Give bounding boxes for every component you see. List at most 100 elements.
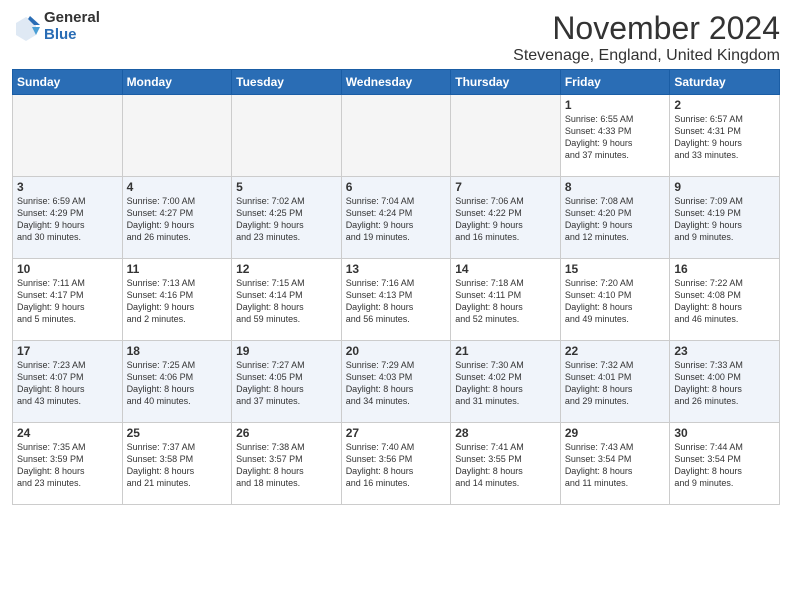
calendar-table: Sunday Monday Tuesday Wednesday Thursday… bbox=[12, 69, 780, 505]
day-number: 15 bbox=[565, 262, 666, 276]
day-info: Sunrise: 7:20 AM Sunset: 4:10 PM Dayligh… bbox=[565, 277, 666, 326]
day-number: 18 bbox=[127, 344, 228, 358]
day-number: 1 bbox=[565, 98, 666, 112]
week-row-1: 3Sunrise: 6:59 AM Sunset: 4:29 PM Daylig… bbox=[13, 177, 780, 259]
header-thursday: Thursday bbox=[451, 70, 561, 95]
day-number: 30 bbox=[674, 426, 775, 440]
day-info: Sunrise: 6:57 AM Sunset: 4:31 PM Dayligh… bbox=[674, 113, 775, 162]
day-number: 24 bbox=[17, 426, 118, 440]
day-number: 22 bbox=[565, 344, 666, 358]
table-cell: 6Sunrise: 7:04 AM Sunset: 4:24 PM Daylig… bbox=[341, 177, 451, 259]
day-number: 7 bbox=[455, 180, 556, 194]
logo-general: General bbox=[44, 10, 100, 27]
week-row-0: 1Sunrise: 6:55 AM Sunset: 4:33 PM Daylig… bbox=[13, 95, 780, 177]
week-row-2: 10Sunrise: 7:11 AM Sunset: 4:17 PM Dayli… bbox=[13, 259, 780, 341]
day-info: Sunrise: 7:43 AM Sunset: 3:54 PM Dayligh… bbox=[565, 441, 666, 490]
day-info: Sunrise: 7:16 AM Sunset: 4:13 PM Dayligh… bbox=[346, 277, 447, 326]
page-container: General Blue November 2024 Stevenage, En… bbox=[0, 0, 792, 513]
table-cell bbox=[13, 95, 123, 177]
table-cell: 16Sunrise: 7:22 AM Sunset: 4:08 PM Dayli… bbox=[670, 259, 780, 341]
table-cell: 23Sunrise: 7:33 AM Sunset: 4:00 PM Dayli… bbox=[670, 341, 780, 423]
table-cell: 13Sunrise: 7:16 AM Sunset: 4:13 PM Dayli… bbox=[341, 259, 451, 341]
table-cell: 28Sunrise: 7:41 AM Sunset: 3:55 PM Dayli… bbox=[451, 423, 561, 505]
table-cell: 11Sunrise: 7:13 AM Sunset: 4:16 PM Dayli… bbox=[122, 259, 232, 341]
day-info: Sunrise: 7:35 AM Sunset: 3:59 PM Dayligh… bbox=[17, 441, 118, 490]
table-cell: 25Sunrise: 7:37 AM Sunset: 3:58 PM Dayli… bbox=[122, 423, 232, 505]
day-info: Sunrise: 7:08 AM Sunset: 4:20 PM Dayligh… bbox=[565, 195, 666, 244]
table-cell: 18Sunrise: 7:25 AM Sunset: 4:06 PM Dayli… bbox=[122, 341, 232, 423]
header-tuesday: Tuesday bbox=[232, 70, 342, 95]
day-info: Sunrise: 7:02 AM Sunset: 4:25 PM Dayligh… bbox=[236, 195, 337, 244]
day-number: 19 bbox=[236, 344, 337, 358]
table-cell: 7Sunrise: 7:06 AM Sunset: 4:22 PM Daylig… bbox=[451, 177, 561, 259]
title-section: November 2024 Stevenage, England, United… bbox=[513, 10, 780, 65]
table-cell: 22Sunrise: 7:32 AM Sunset: 4:01 PM Dayli… bbox=[560, 341, 670, 423]
day-number: 8 bbox=[565, 180, 666, 194]
location: Stevenage, England, United Kingdom bbox=[513, 47, 780, 65]
table-cell: 21Sunrise: 7:30 AM Sunset: 4:02 PM Dayli… bbox=[451, 341, 561, 423]
day-info: Sunrise: 7:44 AM Sunset: 3:54 PM Dayligh… bbox=[674, 441, 775, 490]
day-info: Sunrise: 7:27 AM Sunset: 4:05 PM Dayligh… bbox=[236, 359, 337, 408]
day-number: 11 bbox=[127, 262, 228, 276]
table-cell: 26Sunrise: 7:38 AM Sunset: 3:57 PM Dayli… bbox=[232, 423, 342, 505]
header-saturday: Saturday bbox=[670, 70, 780, 95]
day-info: Sunrise: 7:38 AM Sunset: 3:57 PM Dayligh… bbox=[236, 441, 337, 490]
header-monday: Monday bbox=[122, 70, 232, 95]
table-cell bbox=[122, 95, 232, 177]
day-number: 2 bbox=[674, 98, 775, 112]
day-info: Sunrise: 7:09 AM Sunset: 4:19 PM Dayligh… bbox=[674, 195, 775, 244]
week-row-4: 24Sunrise: 7:35 AM Sunset: 3:59 PM Dayli… bbox=[13, 423, 780, 505]
table-cell bbox=[232, 95, 342, 177]
month-title: November 2024 bbox=[513, 10, 780, 47]
day-info: Sunrise: 7:30 AM Sunset: 4:02 PM Dayligh… bbox=[455, 359, 556, 408]
day-number: 27 bbox=[346, 426, 447, 440]
logo-blue: Blue bbox=[44, 27, 100, 44]
day-number: 10 bbox=[17, 262, 118, 276]
day-info: Sunrise: 7:23 AM Sunset: 4:07 PM Dayligh… bbox=[17, 359, 118, 408]
day-info: Sunrise: 7:25 AM Sunset: 4:06 PM Dayligh… bbox=[127, 359, 228, 408]
day-number: 14 bbox=[455, 262, 556, 276]
table-cell: 1Sunrise: 6:55 AM Sunset: 4:33 PM Daylig… bbox=[560, 95, 670, 177]
day-info: Sunrise: 7:13 AM Sunset: 4:16 PM Dayligh… bbox=[127, 277, 228, 326]
day-number: 23 bbox=[674, 344, 775, 358]
week-row-3: 17Sunrise: 7:23 AM Sunset: 4:07 PM Dayli… bbox=[13, 341, 780, 423]
day-info: Sunrise: 7:18 AM Sunset: 4:11 PM Dayligh… bbox=[455, 277, 556, 326]
table-cell: 12Sunrise: 7:15 AM Sunset: 4:14 PM Dayli… bbox=[232, 259, 342, 341]
table-cell: 15Sunrise: 7:20 AM Sunset: 4:10 PM Dayli… bbox=[560, 259, 670, 341]
day-number: 9 bbox=[674, 180, 775, 194]
day-info: Sunrise: 7:11 AM Sunset: 4:17 PM Dayligh… bbox=[17, 277, 118, 326]
day-info: Sunrise: 7:37 AM Sunset: 3:58 PM Dayligh… bbox=[127, 441, 228, 490]
table-cell: 14Sunrise: 7:18 AM Sunset: 4:11 PM Dayli… bbox=[451, 259, 561, 341]
header-sunday: Sunday bbox=[13, 70, 123, 95]
logo-text: General Blue bbox=[44, 10, 100, 43]
table-cell: 29Sunrise: 7:43 AM Sunset: 3:54 PM Dayli… bbox=[560, 423, 670, 505]
day-number: 4 bbox=[127, 180, 228, 194]
day-info: Sunrise: 7:29 AM Sunset: 4:03 PM Dayligh… bbox=[346, 359, 447, 408]
table-cell: 9Sunrise: 7:09 AM Sunset: 4:19 PM Daylig… bbox=[670, 177, 780, 259]
table-cell: 3Sunrise: 6:59 AM Sunset: 4:29 PM Daylig… bbox=[13, 177, 123, 259]
table-cell: 24Sunrise: 7:35 AM Sunset: 3:59 PM Dayli… bbox=[13, 423, 123, 505]
table-cell: 2Sunrise: 6:57 AM Sunset: 4:31 PM Daylig… bbox=[670, 95, 780, 177]
header-wednesday: Wednesday bbox=[341, 70, 451, 95]
day-info: Sunrise: 7:22 AM Sunset: 4:08 PM Dayligh… bbox=[674, 277, 775, 326]
table-cell bbox=[451, 95, 561, 177]
table-cell: 10Sunrise: 7:11 AM Sunset: 4:17 PM Dayli… bbox=[13, 259, 123, 341]
day-number: 25 bbox=[127, 426, 228, 440]
day-number: 16 bbox=[674, 262, 775, 276]
day-number: 26 bbox=[236, 426, 337, 440]
header: General Blue November 2024 Stevenage, En… bbox=[12, 10, 780, 65]
day-number: 20 bbox=[346, 344, 447, 358]
day-info: Sunrise: 7:41 AM Sunset: 3:55 PM Dayligh… bbox=[455, 441, 556, 490]
table-cell: 4Sunrise: 7:00 AM Sunset: 4:27 PM Daylig… bbox=[122, 177, 232, 259]
logo: General Blue bbox=[12, 10, 100, 43]
day-info: Sunrise: 7:15 AM Sunset: 4:14 PM Dayligh… bbox=[236, 277, 337, 326]
day-info: Sunrise: 6:59 AM Sunset: 4:29 PM Dayligh… bbox=[17, 195, 118, 244]
header-row: Sunday Monday Tuesday Wednesday Thursday… bbox=[13, 70, 780, 95]
table-cell: 19Sunrise: 7:27 AM Sunset: 4:05 PM Dayli… bbox=[232, 341, 342, 423]
table-cell: 27Sunrise: 7:40 AM Sunset: 3:56 PM Dayli… bbox=[341, 423, 451, 505]
table-cell: 8Sunrise: 7:08 AM Sunset: 4:20 PM Daylig… bbox=[560, 177, 670, 259]
day-number: 12 bbox=[236, 262, 337, 276]
table-cell: 20Sunrise: 7:29 AM Sunset: 4:03 PM Dayli… bbox=[341, 341, 451, 423]
day-number: 17 bbox=[17, 344, 118, 358]
day-number: 29 bbox=[565, 426, 666, 440]
